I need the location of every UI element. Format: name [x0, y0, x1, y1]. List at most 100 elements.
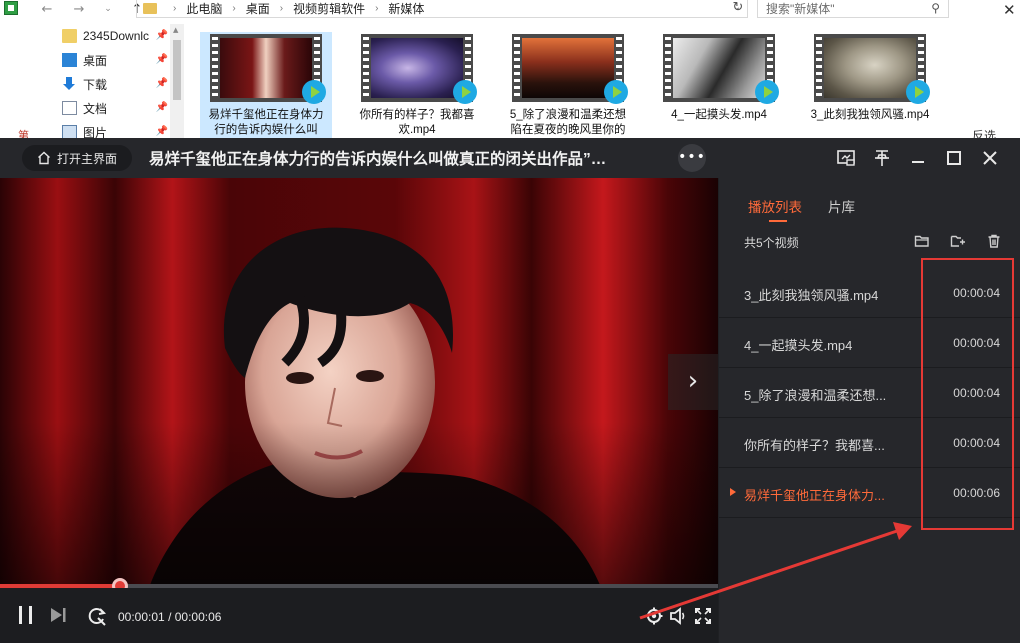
pin-icon: 📌: [155, 30, 168, 41]
app-icon: [4, 1, 18, 15]
video-player-window: 打开主界面 易烊千玺他正在身体力行的告诉内娱什么叫做真正的闭关出作品”… •••: [0, 138, 1020, 643]
next-track-icon[interactable]: [50, 607, 68, 623]
file-item[interactable]: 3_此刻我独领风骚.mp4: [804, 32, 936, 145]
file-item[interactable]: 易烊千玺他正在身体力行的告诉内娱什么叫: [200, 32, 332, 145]
video-player-badge-icon: [604, 80, 628, 104]
file-thumbnail-grid: 易烊千玺他正在身体力行的告诉内娱什么叫 你所有的样子？我都喜欢.mp4 5_除了…: [200, 32, 960, 145]
file-name: 3_此刻我独领风骚.mp4: [810, 109, 930, 121]
breadcrumb-item[interactable]: 桌面: [246, 0, 270, 17]
tab-library[interactable]: 片库: [828, 196, 855, 216]
folder-icon: [143, 3, 157, 14]
sidebar-item-downloads[interactable]: 下载 📌: [52, 72, 182, 96]
folder-icon: [62, 29, 77, 43]
pin-icon: 📌: [155, 126, 168, 137]
forward-arrow-icon[interactable]: →: [72, 2, 86, 17]
chevron-right-icon[interactable]: ›: [375, 3, 378, 14]
back-arrow-icon[interactable]: ←: [40, 2, 54, 17]
open-main-ui-label: 打开主界面: [56, 151, 117, 166]
document-icon: [62, 101, 77, 115]
sidebar-item-label: 下载: [83, 77, 108, 92]
maximize-icon[interactable]: [942, 146, 966, 170]
video-frame[interactable]: ›: [0, 178, 718, 585]
address-bar[interactable]: › 此电脑 › 桌面 › 视频剪辑软件 › 新媒体 ⌄: [136, 0, 748, 18]
open-main-ui-button[interactable]: 打开主界面: [22, 145, 132, 171]
tab-playlist[interactable]: 播放列表: [748, 196, 802, 216]
video-player-badge-icon: [755, 80, 779, 104]
sidebar-item-label: 2345Downlc: [83, 29, 150, 43]
minimize-icon[interactable]: [906, 146, 930, 170]
open-folder-icon[interactable]: [914, 233, 930, 249]
playlist-actions: [914, 233, 1002, 249]
settings-icon[interactable]: [645, 607, 663, 625]
search-input[interactable]: 搜索"新媒体" ⚲: [757, 0, 949, 18]
time-separator: /: [168, 610, 175, 624]
explorer-left-strip: [0, 0, 20, 145]
search-icon[interactable]: ⚲: [931, 1, 940, 15]
video-player-badge-icon: [453, 80, 477, 104]
search-placeholder: 搜索"新媒体": [766, 2, 835, 16]
refresh-icon[interactable]: ↻: [728, 0, 748, 18]
close-icon[interactable]: [978, 146, 1002, 170]
add-to-list-icon[interactable]: [950, 233, 966, 249]
sidebar-item-documents[interactable]: 文档 📌: [52, 96, 182, 120]
pin-icon: 📌: [155, 54, 168, 65]
playlist-item-name: 3_此刻我独领风骚.mp4: [744, 288, 879, 303]
sidebar-scrollbar[interactable]: [170, 24, 184, 145]
video-still-image: [0, 178, 718, 585]
pin-icon: 📌: [155, 102, 168, 113]
current-time: 00:00:01: [118, 610, 165, 624]
video-player-badge-icon: [906, 80, 930, 104]
file-item[interactable]: 5_除了浪漫和温柔还想陷在夏夜的晚风里你的: [502, 32, 634, 145]
home-icon: [38, 151, 50, 165]
more-options-button[interactable]: •••: [678, 144, 706, 172]
chevron-right-icon[interactable]: ›: [280, 3, 283, 14]
download-icon: [62, 77, 77, 91]
video-player-badge-icon: [302, 80, 326, 104]
file-item[interactable]: 4_一起摸头发.mp4: [653, 32, 785, 145]
total-time: 00:00:06: [174, 610, 222, 624]
pause-icon[interactable]: [16, 605, 36, 625]
explorer-close-icon[interactable]: ✕: [1003, 1, 1016, 19]
file-name: 易烊千玺他正在身体力行的告诉内娱什么叫: [208, 109, 324, 136]
playlist-item-name: 4_一起摸头发.mp4: [744, 338, 853, 353]
file-explorer-window: 第 反选 ← → ⌄ ↑ › 此电脑 › 桌面 › 视频剪辑软件 › 新媒体 ⌄…: [0, 0, 1020, 145]
sidebar-item-2345downloads[interactable]: 2345Downlc 📌: [52, 24, 182, 48]
file-name: 5_除了浪漫和温柔还想陷在夏夜的晚风里你的: [509, 109, 627, 136]
sidebar-item-label: 文档: [83, 101, 108, 116]
pin-icon: 📌: [155, 78, 168, 89]
fullscreen-icon[interactable]: [694, 607, 712, 625]
next-video-arrow-icon[interactable]: ›: [668, 354, 718, 410]
playlist-item-name: 你所有的样子？我都喜...: [744, 438, 885, 453]
file-name: 4_一起摸头发.mp4: [671, 109, 767, 121]
playlist-item-name: 易烊千玺他正在身体力...: [744, 488, 885, 503]
now-playing-marker-icon: [730, 488, 736, 496]
sidebar-item-desktop[interactable]: 桌面 📌: [52, 48, 182, 72]
explorer-nav-buttons: ← → ⌄ ↑: [40, 0, 144, 18]
player-title-bar: 打开主界面 易烊千玺他正在身体力行的告诉内娱什么叫做真正的闭关出作品”… •••: [0, 138, 1020, 178]
chevron-right-icon[interactable]: ›: [173, 3, 176, 14]
breadcrumb-item[interactable]: 此电脑: [186, 0, 222, 17]
pin-on-top-icon[interactable]: [870, 146, 894, 170]
desktop-icon: [62, 53, 77, 67]
breadcrumb-item[interactable]: 新媒体: [388, 0, 424, 17]
picture-icon: [62, 125, 77, 139]
breadcrumb-item[interactable]: 视频剪辑软件: [293, 0, 365, 17]
time-display: 00:00:01 / 00:00:06: [118, 610, 221, 624]
video-count: 共5个视频: [744, 236, 799, 250]
file-name: 你所有的样子？我都喜欢.mp4: [359, 109, 475, 136]
quick-access-sidebar: 2345Downlc 📌 桌面 📌 下载 📌 文档 📌 图片 📌: [52, 24, 182, 145]
loop-mode-icon[interactable]: [86, 605, 108, 627]
sidebar-item-label: 桌面: [83, 53, 108, 68]
chevron-right-icon[interactable]: ›: [232, 3, 235, 14]
video-title: 易烊千玺他正在身体力行的告诉内娱什么叫做真正的闭关出作品”…: [149, 151, 607, 168]
annotation-highlight-box: [921, 258, 1014, 530]
screenshot-icon[interactable]: [834, 146, 858, 170]
playlist-tabs: 播放列表 片库: [748, 196, 855, 216]
volume-icon[interactable]: [669, 607, 687, 625]
active-tab-indicator: [769, 220, 787, 222]
playlist-item-name: 5_除了浪漫和温柔还想...: [744, 388, 887, 403]
file-item[interactable]: 你所有的样子？我都喜欢.mp4: [351, 32, 483, 145]
playback-controls: 00:00:01 / 00:00:06: [0, 588, 718, 643]
trash-icon[interactable]: [986, 233, 1002, 249]
recent-dropdown-icon[interactable]: ⌄: [104, 4, 112, 14]
